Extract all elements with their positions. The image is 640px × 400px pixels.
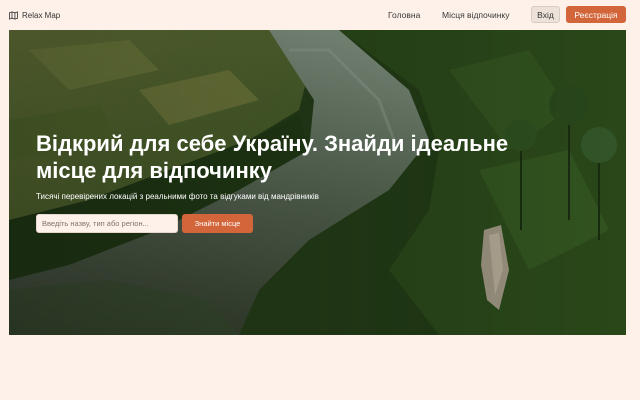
search-input[interactable] (36, 214, 178, 233)
register-button[interactable]: Реєстрація (566, 6, 626, 23)
hero-section: Відкрий для себе Україну. Знайди ідеальн… (9, 30, 626, 335)
brand-logo[interactable]: Relax Map (9, 9, 60, 21)
nav-link-places[interactable]: Місця відпочинку (442, 9, 510, 21)
nav-link-home[interactable]: Головна (388, 9, 420, 21)
hero-subtitle: Тисячі перевірених локацій з реальними ф… (36, 192, 319, 201)
login-button[interactable]: Вхід (531, 6, 560, 23)
find-place-button[interactable]: Знайти місце (182, 214, 253, 233)
top-navbar: Relax Map Головна Місця відпочинку Вхід … (0, 0, 640, 30)
map-icon (9, 10, 18, 20)
brand-name: Relax Map (22, 10, 61, 20)
hero-title: Відкрий для себе Україну. Знайди ідеальн… (36, 131, 509, 183)
